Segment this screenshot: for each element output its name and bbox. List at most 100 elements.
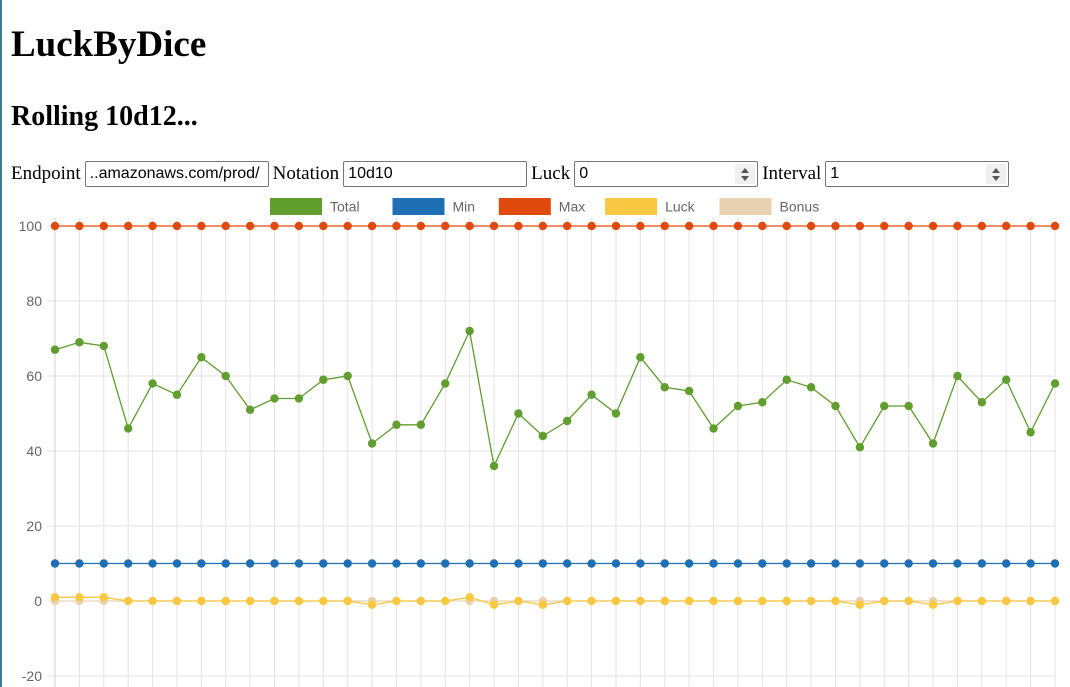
- legend-swatch-min: [392, 198, 445, 215]
- data-point-luck: [562, 596, 572, 606]
- data-point-min: [928, 559, 938, 568]
- chevron-up-icon[interactable]: [992, 167, 1001, 173]
- data-point-total: [1026, 428, 1035, 437]
- endpoint-input[interactable]: [84, 161, 269, 187]
- data-point-luck: [831, 596, 840, 606]
- interval-spinner[interactable]: [986, 164, 1007, 184]
- data-point-luck: [709, 596, 718, 606]
- data-point-min: [904, 559, 913, 568]
- legend-swatch-luck: [605, 198, 658, 215]
- legend-swatch-bonus: [719, 198, 772, 215]
- data-point-max: [953, 221, 962, 231]
- data-point-max: [197, 221, 206, 231]
- data-point-max: [806, 221, 816, 231]
- data-point-luck: [123, 596, 133, 606]
- data-point-max: [343, 221, 352, 231]
- data-point-total: [319, 375, 328, 384]
- data-point-luck: [758, 596, 767, 606]
- data-point-min: [514, 559, 523, 568]
- data-point-min: [538, 559, 548, 568]
- data-point-max: [660, 221, 669, 231]
- data-point-total: [489, 461, 499, 471]
- notation-input[interactable]: [343, 161, 528, 187]
- data-point-min: [50, 559, 60, 568]
- data-point-max: [50, 221, 60, 231]
- data-point-max: [880, 221, 889, 231]
- data-point-total: [50, 345, 60, 354]
- data-point-min: [99, 559, 108, 568]
- data-point-min: [880, 559, 889, 568]
- data-point-max: [709, 221, 718, 231]
- data-point-total: [758, 398, 767, 407]
- data-point-min: [587, 559, 596, 568]
- data-point-max: [245, 221, 255, 231]
- interval-input[interactable]: [825, 161, 1010, 187]
- data-point-total: [221, 371, 230, 381]
- legend-swatch-total: [270, 198, 322, 215]
- data-point-total: [392, 420, 401, 429]
- data-point-luck: [197, 596, 206, 606]
- data-point-luck: [172, 596, 182, 606]
- data-point-total: [514, 409, 523, 418]
- data-point-luck: [611, 596, 621, 606]
- interval-number-field: [825, 161, 1010, 187]
- data-point-max: [270, 221, 279, 231]
- y-tick-label: -20: [22, 668, 42, 684]
- rolling-status-heading: Rolling 10d12...: [11, 101, 198, 132]
- data-point-max: [148, 221, 157, 231]
- y-tick-label: 0: [34, 593, 42, 609]
- data-point-max: [587, 221, 596, 231]
- data-point-max: [294, 221, 304, 231]
- data-point-min: [148, 559, 157, 568]
- data-point-max: [319, 221, 328, 231]
- data-point-max: [221, 221, 230, 231]
- data-point-total: [148, 379, 157, 388]
- data-point-min: [1050, 559, 1060, 568]
- chevron-down-icon[interactable]: [741, 175, 750, 181]
- data-point-total: [587, 390, 596, 399]
- data-point-min: [758, 559, 767, 568]
- data-point-min: [197, 559, 206, 568]
- data-point-luck: [221, 596, 230, 606]
- data-point-total: [562, 416, 572, 426]
- data-point-total: [928, 439, 938, 448]
- data-point-luck: [99, 593, 108, 602]
- notation-label: Notation: [272, 163, 340, 184]
- data-point-min: [636, 559, 645, 568]
- y-tick-label: 40: [26, 443, 42, 459]
- series-line-total: [54, 328, 1056, 469]
- data-point-max: [977, 221, 987, 231]
- data-point-min: [221, 559, 230, 568]
- data-point-min: [831, 559, 840, 568]
- data-point-luck: [367, 600, 377, 609]
- data-point-min: [245, 559, 255, 568]
- data-point-min: [1026, 559, 1035, 568]
- data-point-min: [953, 559, 962, 568]
- data-point-max: [441, 221, 450, 231]
- y-tick-label: 100: [19, 218, 43, 234]
- data-point-total: [1002, 375, 1011, 384]
- data-point-total: [123, 424, 133, 433]
- data-point-min: [782, 559, 791, 568]
- luck-input[interactable]: [574, 161, 759, 187]
- data-point-max: [758, 221, 767, 231]
- legend-label-min: Min: [453, 199, 476, 215]
- chevron-down-icon[interactable]: [992, 175, 1001, 181]
- chevron-up-icon[interactable]: [741, 167, 750, 173]
- luck-label: Luck: [531, 163, 571, 184]
- data-point-min: [416, 559, 426, 568]
- data-point-max: [465, 221, 474, 231]
- data-point-min: [977, 559, 987, 568]
- data-point-luck: [660, 596, 669, 606]
- data-point-min: [855, 559, 865, 568]
- data-point-total: [416, 420, 426, 429]
- data-point-min: [123, 559, 133, 568]
- data-point-total: [538, 431, 548, 441]
- luck-spinner[interactable]: [735, 164, 756, 184]
- data-point-total: [611, 409, 621, 418]
- data-point-max: [562, 221, 572, 231]
- data-point-total: [806, 383, 816, 392]
- data-point-luck: [270, 596, 279, 606]
- data-point-max: [392, 221, 401, 231]
- data-point-total: [636, 353, 645, 362]
